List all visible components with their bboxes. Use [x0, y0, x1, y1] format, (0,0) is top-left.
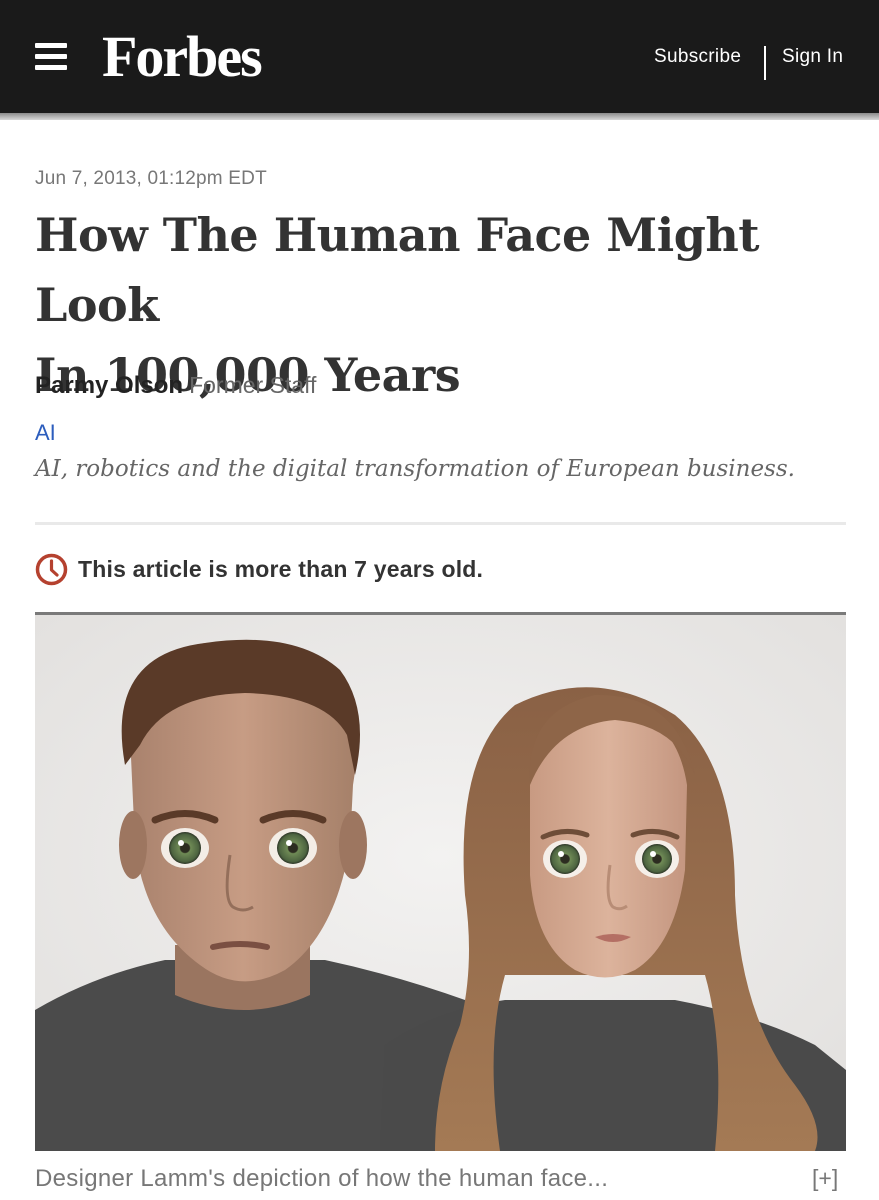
section-divider: [35, 522, 846, 525]
channel-link[interactable]: AI: [35, 420, 56, 446]
caption-expand-button[interactable]: [+]: [812, 1165, 838, 1192]
headline-line-1: How The Human Face Might Look: [35, 208, 760, 332]
clock-icon: [35, 553, 68, 585]
byline: Parmy Olson Former Staff: [35, 372, 316, 400]
article-hero-image[interactable]: [35, 615, 846, 1151]
channel-description: AI, robotics and the digital transformat…: [35, 456, 795, 482]
site-header: Forbes Subscribe Sign In: [0, 0, 879, 113]
header-divider: [764, 46, 766, 80]
header-shadow: [0, 113, 879, 120]
author-role: Former Staff: [189, 372, 317, 398]
article-age-notice: This article is more than 7 years old.: [35, 552, 483, 586]
subscribe-link[interactable]: Subscribe: [654, 46, 741, 68]
age-notice-text: This article is more than 7 years old.: [78, 555, 484, 582]
publish-date: Jun 7, 2013, 01:12pm EDT: [35, 168, 267, 189]
author-name[interactable]: Parmy Olson: [35, 372, 183, 399]
sign-in-link[interactable]: Sign In: [782, 46, 843, 68]
forbes-logo[interactable]: Forbes: [102, 22, 263, 92]
menu-bar: [35, 43, 67, 48]
faces-illustration: [35, 615, 846, 1151]
menu-bar: [35, 65, 67, 70]
hamburger-menu-icon[interactable]: [35, 43, 67, 70]
image-caption: Designer Lamm's depiction of how the hum…: [35, 1165, 609, 1192]
menu-bar: [35, 54, 67, 59]
